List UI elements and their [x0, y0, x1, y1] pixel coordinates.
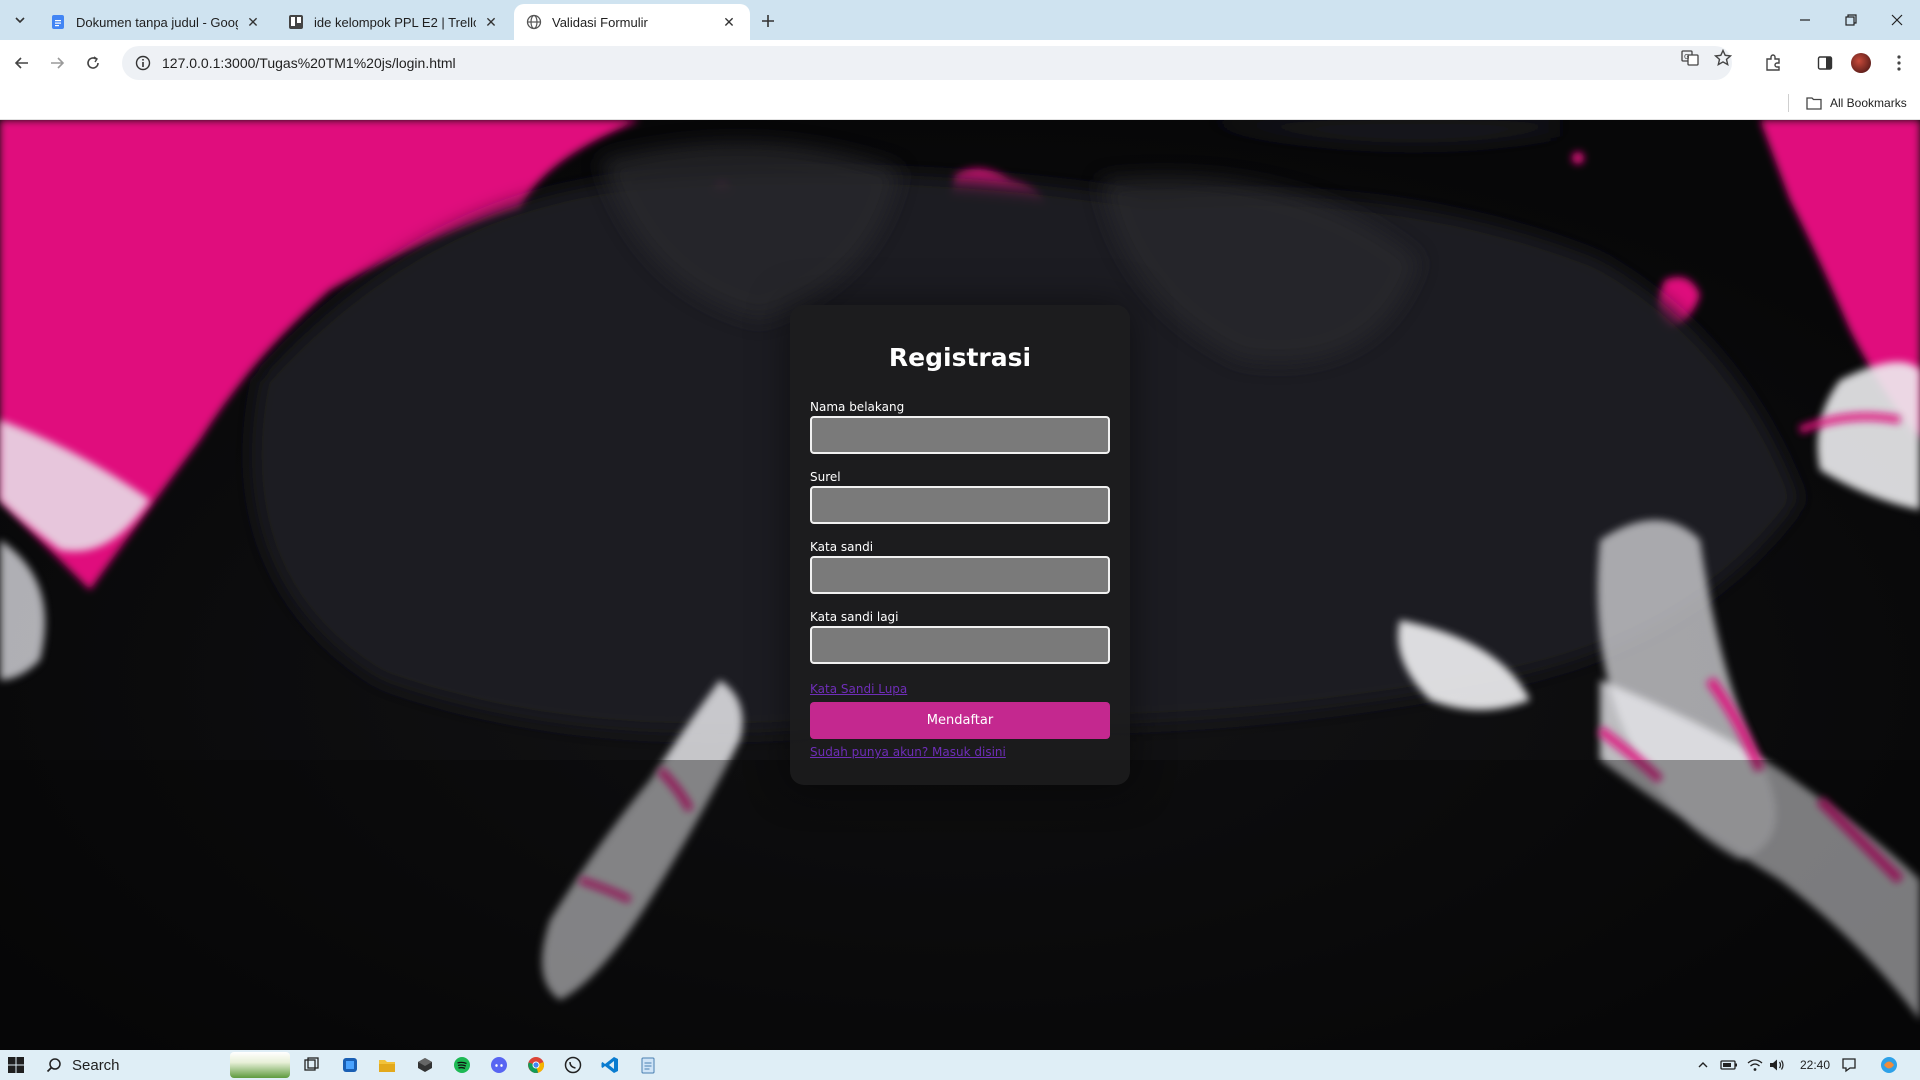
forward-button[interactable] [42, 48, 72, 78]
reload-button[interactable] [78, 48, 108, 78]
spotify-icon[interactable] [452, 1055, 472, 1075]
reload-icon [87, 56, 99, 69]
address-bar[interactable]: 127.0.0.1:3000/Tugas%20TM1%20js/login.ht… [122, 46, 1732, 80]
notification-icon[interactable] [1838, 1050, 1860, 1080]
kebab-menu-icon [1897, 55, 1901, 71]
widgets-icon[interactable] [340, 1055, 360, 1075]
copilot-icon[interactable] [1876, 1050, 1902, 1080]
back-button[interactable] [7, 48, 37, 78]
battery-icon[interactable] [1718, 1050, 1740, 1080]
close-icon [1891, 14, 1903, 26]
tab-title: ide kelompok PPL E2 | Trello [314, 14, 476, 30]
file-explorer-icon[interactable] [377, 1055, 397, 1075]
minimize-button[interactable] [1782, 0, 1828, 40]
login-link[interactable]: Sudah punya akun? Masuk disini [810, 745, 1006, 759]
arrow-right-icon [51, 57, 65, 69]
register-button[interactable]: Mendaftar [810, 702, 1110, 739]
restore-icon [1845, 14, 1857, 26]
tab-validasi-formulir[interactable]: Validasi Formulir ✕ [514, 4, 750, 40]
extensions-button[interactable] [1758, 48, 1788, 78]
tab-strip: Dokumen tanpa judul - Google ✕ ide kelom… [0, 0, 1920, 40]
task-view-icon[interactable] [302, 1055, 322, 1075]
puzzle-icon [1766, 54, 1780, 71]
bookmark-star-icon[interactable] [1713, 48, 1733, 68]
bookmarks-bar: All Bookmarks [0, 86, 1920, 120]
all-bookmarks-label: All Bookmarks [1830, 96, 1907, 110]
globe-icon [526, 14, 542, 30]
close-tab-icon[interactable]: ✕ [244, 13, 262, 31]
forgot-password-link[interactable]: Kata Sandi Lupa [810, 682, 907, 696]
close-tab-icon[interactable]: ✕ [482, 13, 500, 31]
divider [1788, 94, 1789, 112]
svg-text:G: G [1684, 53, 1689, 61]
page-viewport: Registrasi Nama belakang Surel Kata sand… [0, 120, 1920, 1050]
trello-icon [289, 15, 303, 29]
google-docs-icon [52, 15, 64, 29]
restore-button[interactable] [1828, 0, 1874, 40]
site-info-icon[interactable] [128, 55, 158, 71]
tab-title: Validasi Formulir [552, 14, 648, 30]
close-tab-icon[interactable]: ✕ [720, 13, 738, 31]
password-input[interactable] [810, 556, 1110, 594]
avatar [1851, 53, 1871, 73]
taskbar-search[interactable]: Search [46, 1052, 292, 1078]
confirm-password-input[interactable] [810, 626, 1110, 664]
url-text[interactable]: 127.0.0.1:3000/Tugas%20TM1%20js/login.ht… [162, 55, 456, 71]
minimize-icon [1800, 19, 1810, 21]
folder-icon [1806, 97, 1822, 110]
close-window-button[interactable] [1874, 0, 1920, 40]
windows-start-icon[interactable] [8, 1057, 24, 1073]
search-icon [46, 1058, 61, 1073]
side-panel-icon [1817, 56, 1833, 70]
password-label: Kata sandi [810, 540, 874, 554]
notepad-icon[interactable] [638, 1055, 658, 1075]
windows-taskbar: Search 22:40 [0, 1050, 1920, 1080]
side-panel-button[interactable] [1810, 48, 1840, 78]
discord-icon[interactable] [489, 1055, 509, 1075]
tab-title: Dokumen tanpa judul - Google [76, 14, 238, 30]
whatsapp-icon[interactable] [563, 1055, 583, 1075]
arrow-left-icon [14, 57, 28, 69]
profile-button[interactable] [1846, 48, 1876, 78]
app-cube-icon[interactable] [415, 1055, 435, 1075]
vscode-icon[interactable] [600, 1055, 620, 1075]
form-title: Registrasi [888, 343, 1032, 372]
taskbar-search-label: Search [72, 1056, 120, 1074]
tab-search-button[interactable] [8, 8, 32, 32]
clock[interactable]: 22:40 [1790, 1050, 1840, 1080]
chevron-down-icon [15, 17, 25, 24]
tab-trello[interactable]: ide kelompok PPL E2 | Trello ✕ [276, 4, 512, 40]
email-label: Surel [810, 470, 841, 484]
email-input[interactable] [810, 486, 1110, 524]
browser-toolbar: 127.0.0.1:3000/Tugas%20TM1%20js/login.ht… [0, 40, 1920, 86]
confirm-password-label: Kata sandi lagi [810, 610, 899, 624]
translate-icon[interactable]: G [1680, 48, 1700, 68]
plus-icon [762, 15, 774, 27]
menu-button[interactable] [1884, 48, 1914, 78]
wifi-icon[interactable] [1744, 1050, 1766, 1080]
chevron-up-icon[interactable] [1693, 1050, 1713, 1080]
last-name-input[interactable] [810, 416, 1110, 454]
search-highlight-image [230, 1052, 290, 1078]
chrome-icon[interactable] [526, 1055, 546, 1075]
volume-icon[interactable] [1766, 1050, 1788, 1080]
all-bookmarks-button[interactable]: All Bookmarks [1806, 86, 1907, 120]
tab-google-docs[interactable]: Dokumen tanpa judul - Google ✕ [38, 4, 274, 40]
registration-card: Registrasi Nama belakang Surel Kata sand… [790, 305, 1130, 785]
last-name-label: Nama belakang [810, 400, 905, 414]
new-tab-button[interactable] [756, 9, 780, 33]
